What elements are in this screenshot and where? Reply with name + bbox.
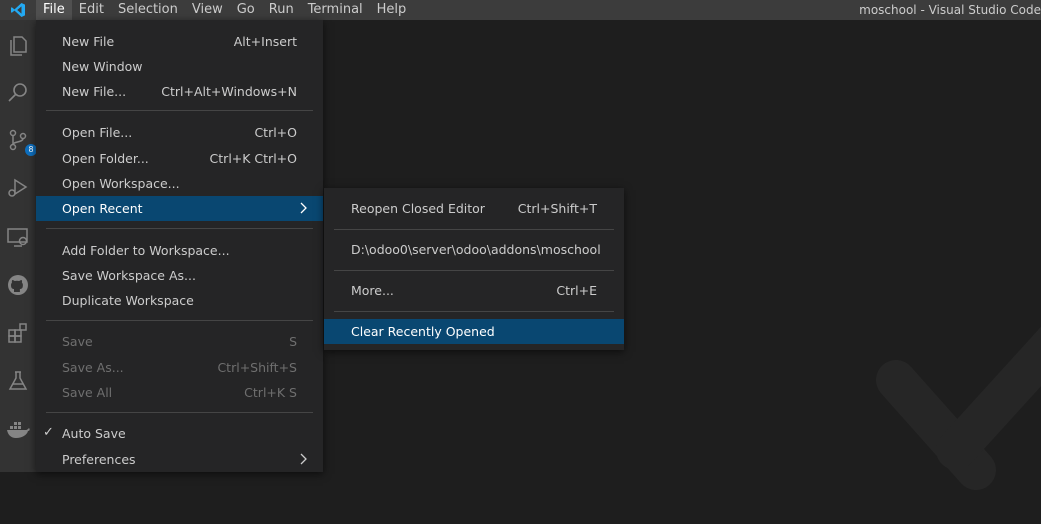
menu-item-label: D:\odoo0\server\odoo\addons\moschool bbox=[351, 242, 601, 257]
menu-separator bbox=[46, 412, 313, 413]
menu-item-label: Duplicate Workspace bbox=[62, 293, 194, 308]
activity-bar: 8 bbox=[0, 20, 37, 472]
docker-icon[interactable] bbox=[0, 412, 36, 448]
menu-item-shortcut: Ctrl+Alt+Windows+N bbox=[161, 84, 297, 99]
menu-item-shortcut: Alt+Insert bbox=[233, 34, 297, 49]
menu-item-save[interactable]: Save S bbox=[36, 329, 323, 354]
menu-item-label: Save bbox=[62, 334, 93, 349]
github-icon[interactable] bbox=[0, 267, 36, 303]
menu-file[interactable]: File bbox=[36, 0, 72, 20]
menu-terminal[interactable]: Terminal bbox=[301, 0, 370, 20]
menu-item-save-workspace-as[interactable]: Save Workspace As... bbox=[36, 263, 323, 288]
menu-item-label: New File bbox=[62, 34, 115, 49]
checkmark-icon: ✓ bbox=[43, 425, 54, 440]
menu-item-label: Save All bbox=[62, 385, 113, 400]
menu-item-open-file[interactable]: Open File... Ctrl+O bbox=[36, 120, 323, 145]
chevron-right-icon bbox=[297, 450, 311, 471]
menu-item-label: Open Recent bbox=[62, 201, 143, 216]
menu-item-new-window[interactable]: New Window bbox=[36, 54, 323, 79]
menu-item-label: Preferences bbox=[62, 452, 136, 467]
menu-item-recent-path[interactable]: D:\odoo0\server\odoo\addons\moschool bbox=[324, 237, 624, 262]
menu-item-shortcut: Ctrl+E bbox=[556, 283, 597, 298]
menu-item-add-folder[interactable]: Add Folder to Workspace... bbox=[36, 238, 323, 263]
run-debug-icon[interactable] bbox=[0, 170, 36, 206]
menu-item-label: Reopen Closed Editor bbox=[351, 201, 485, 216]
explorer-icon[interactable] bbox=[0, 28, 36, 64]
menu-separator bbox=[46, 320, 313, 321]
menu-edit[interactable]: Edit bbox=[72, 0, 111, 20]
menu-item-label: Auto Save bbox=[62, 426, 126, 441]
open-recent-submenu: Reopen Closed Editor Ctrl+Shift+T D:\odo… bbox=[324, 188, 624, 350]
menu-item-label: New File... bbox=[62, 84, 127, 99]
menu-item-clear-recently-opened[interactable]: Clear Recently Opened bbox=[324, 319, 624, 344]
extensions-icon[interactable] bbox=[0, 315, 36, 351]
menu-bar: File Edit Selection View Go Run Terminal… bbox=[36, 0, 413, 20]
menu-item-label: Save As... bbox=[62, 360, 124, 375]
menu-item-reopen-closed-editor[interactable]: Reopen Closed Editor Ctrl+Shift+T bbox=[324, 196, 624, 221]
menu-item-label: Add Folder to Workspace... bbox=[62, 243, 230, 258]
testing-icon[interactable] bbox=[0, 363, 36, 399]
menu-item-label: Open Folder... bbox=[62, 151, 149, 166]
menu-item-open-folder[interactable]: Open Folder... Ctrl+K Ctrl+O bbox=[36, 146, 323, 171]
menu-run[interactable]: Run bbox=[262, 0, 301, 20]
menu-item-label: Save Workspace As... bbox=[62, 268, 196, 283]
menu-item-shortcut: Ctrl+Shift+S bbox=[217, 360, 297, 375]
menu-view[interactable]: View bbox=[185, 0, 230, 20]
menu-item-open-workspace[interactable]: Open Workspace... bbox=[36, 171, 323, 196]
menu-help[interactable]: Help bbox=[370, 0, 414, 20]
chevron-right-icon bbox=[297, 199, 311, 220]
title-bar: File Edit Selection View Go Run Terminal… bbox=[0, 0, 1041, 20]
menu-separator bbox=[46, 110, 313, 111]
search-icon[interactable] bbox=[0, 75, 36, 111]
remote-explorer-icon[interactable] bbox=[0, 219, 36, 255]
menu-item-duplicate-workspace[interactable]: Duplicate Workspace bbox=[36, 288, 323, 313]
menu-item-save-all[interactable]: Save All Ctrl+K S bbox=[36, 380, 323, 405]
menu-item-shortcut: Ctrl+Shift+T bbox=[517, 201, 597, 216]
menu-item-shortcut: Ctrl+K S bbox=[244, 385, 297, 400]
menu-item-label: Open File... bbox=[62, 125, 133, 140]
menu-item-new-file[interactable]: New File Alt+Insert bbox=[36, 29, 323, 54]
menu-separator bbox=[334, 270, 614, 271]
menu-item-label: Open Workspace... bbox=[62, 176, 180, 191]
menu-item-shortcut: Ctrl+O bbox=[254, 125, 297, 140]
menu-item-open-recent[interactable]: Open Recent bbox=[36, 196, 323, 221]
window-title: moschool - Visual Studio Code bbox=[859, 3, 1041, 17]
menu-item-shortcut: S bbox=[289, 334, 297, 349]
vscode-logo-icon bbox=[0, 0, 36, 20]
menu-go[interactable]: Go bbox=[230, 0, 262, 20]
menu-item-label: New Window bbox=[62, 59, 143, 74]
menu-separator bbox=[46, 228, 313, 229]
vscode-watermark-icon bbox=[856, 320, 1041, 524]
source-control-icon[interactable]: 8 bbox=[0, 122, 37, 158]
menu-item-new-file-dots[interactable]: New File... Ctrl+Alt+Windows+N bbox=[36, 79, 323, 104]
menu-item-preferences[interactable]: Preferences bbox=[36, 447, 323, 472]
menu-item-auto-save[interactable]: ✓ Auto Save bbox=[36, 421, 323, 446]
file-menu: New File Alt+Insert New Window New File.… bbox=[36, 20, 323, 472]
menu-item-label: Clear Recently Opened bbox=[351, 324, 495, 339]
menu-item-save-as[interactable]: Save As... Ctrl+Shift+S bbox=[36, 355, 323, 380]
menu-item-label: More... bbox=[351, 283, 394, 298]
menu-item-shortcut: Ctrl+K Ctrl+O bbox=[209, 151, 297, 166]
menu-separator bbox=[334, 311, 614, 312]
menu-item-more[interactable]: More... Ctrl+E bbox=[324, 278, 624, 303]
menu-separator bbox=[334, 229, 614, 230]
menu-selection[interactable]: Selection bbox=[111, 0, 185, 20]
